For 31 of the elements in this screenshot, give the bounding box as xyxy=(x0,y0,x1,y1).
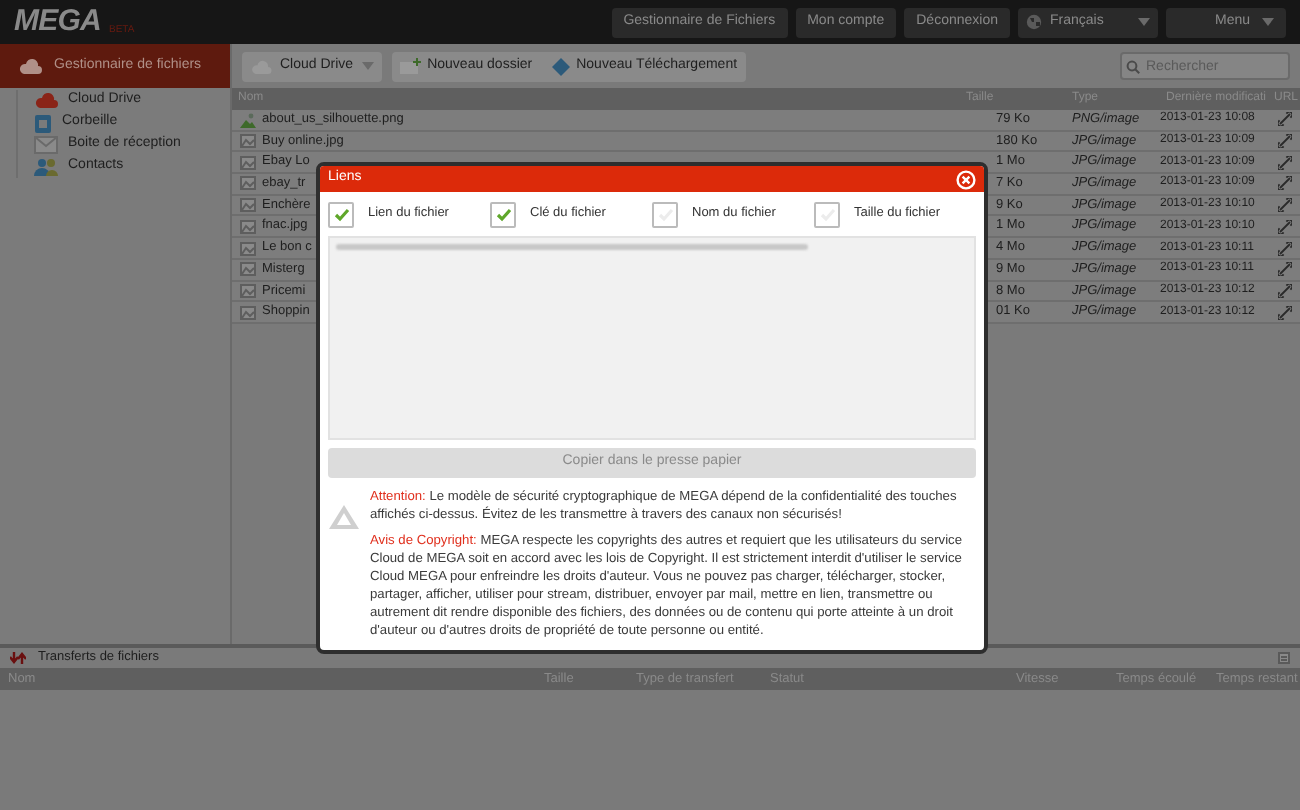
caret-icon xyxy=(361,62,374,70)
people-icon xyxy=(34,158,58,176)
close-icon[interactable] xyxy=(956,169,976,189)
globe-icon xyxy=(1026,14,1042,30)
checkmark-icon xyxy=(819,207,835,221)
thumbnail-icon xyxy=(240,262,256,277)
cloud-icon xyxy=(18,58,42,74)
cloud-icon xyxy=(34,92,58,110)
trash-icon xyxy=(34,113,52,133)
logo[interactable]: MEGA xyxy=(14,0,101,45)
warning-icon xyxy=(328,504,360,530)
transfer-arrows-icon xyxy=(10,652,26,664)
checkmark-icon xyxy=(495,207,511,221)
upload-icon xyxy=(552,57,571,75)
caret-icon xyxy=(1262,18,1274,26)
caret-icon xyxy=(1138,18,1150,26)
thumbnail-icon xyxy=(240,198,256,213)
thumbnail-icon xyxy=(240,219,256,234)
search-icon xyxy=(1126,59,1140,73)
checkmark-icon xyxy=(657,207,673,221)
thumbnail-icon xyxy=(240,155,256,170)
collapse-icon[interactable] xyxy=(1278,652,1290,664)
thumbnail-icon xyxy=(240,305,256,320)
checkmark-icon xyxy=(333,207,349,221)
folder-plus-icon xyxy=(399,58,422,74)
thumbnail-icon xyxy=(240,283,256,298)
thumbnail-icon xyxy=(240,176,256,191)
envelope-icon xyxy=(34,136,58,154)
image-file-icon xyxy=(240,111,256,128)
thumbnail-icon xyxy=(240,241,256,255)
thumbnail-icon xyxy=(240,134,256,149)
